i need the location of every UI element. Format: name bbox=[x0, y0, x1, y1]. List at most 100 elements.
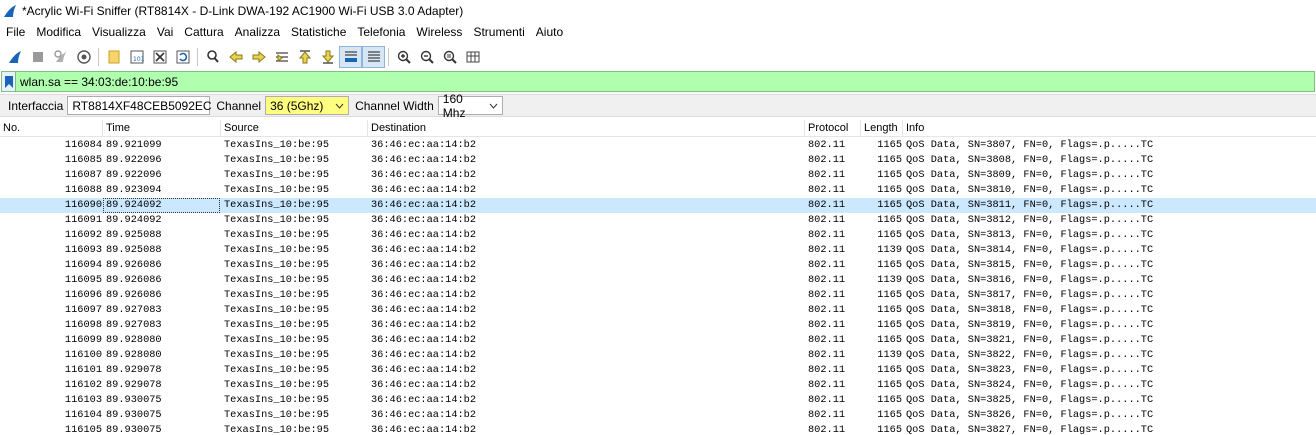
table-row[interactable]: 116091 89.924092 TexasIns_10:be:95 36:46:ec… bbox=[0, 213, 1316, 228]
packet-time: 89.926086 bbox=[106, 274, 162, 286]
reload-icon[interactable] bbox=[171, 46, 194, 68]
table-row[interactable]: 116103 89.930075 TexasIns_10:be:95 36:46:ec… bbox=[0, 393, 1316, 408]
go-to-packet-icon[interactable] bbox=[270, 46, 293, 68]
packet-info: QoS Data, SN=3825, FN=0, Flags=.p.....TC bbox=[906, 394, 1154, 406]
table-row[interactable]: 116105 89.930075 TexasIns_10:be:95 36:46:ec… bbox=[0, 423, 1316, 435]
packet-number: 116094 bbox=[64, 259, 102, 271]
packet-length: 1165 bbox=[877, 379, 902, 391]
table-row[interactable]: 116094 89.926086 TexasIns_10:be:95 36:46:ec… bbox=[0, 258, 1316, 273]
column-header-length[interactable]: Length bbox=[861, 120, 903, 137]
column-header-info[interactable]: Info bbox=[903, 120, 1316, 137]
packet-number: 116095 bbox=[64, 274, 102, 286]
table-row[interactable]: 116098 89.927083 TexasIns_10:be:95 36:46:ec… bbox=[0, 318, 1316, 333]
menu-analizza[interactable]: Analizza bbox=[235, 25, 286, 39]
table-row[interactable]: 116084 89.921099 TexasIns_10:be:95 36:46:ec… bbox=[0, 138, 1316, 153]
packet-source: TexasIns_10:be:95 bbox=[224, 379, 330, 391]
go-back-icon[interactable] bbox=[224, 46, 247, 68]
save-file-icon[interactable]: 101 bbox=[125, 46, 148, 68]
table-row[interactable]: 116096 89.926086 TexasIns_10:be:95 36:46:ec… bbox=[0, 288, 1316, 303]
channel-width-select[interactable]: 160 Mhz bbox=[437, 92, 503, 120]
packet-number: 116104 bbox=[64, 409, 102, 421]
packet-length: 1165 bbox=[877, 169, 902, 181]
zoom-in-icon[interactable] bbox=[392, 46, 415, 68]
packet-protocol: 802.11 bbox=[808, 259, 846, 271]
menu-modifica[interactable]: Modifica bbox=[36, 25, 87, 39]
menu-wireless[interactable]: Wireless bbox=[416, 25, 468, 39]
close-file-icon[interactable] bbox=[148, 46, 171, 68]
display-filter-field bbox=[1, 71, 1315, 92]
column-header-no[interactable]: No. bbox=[0, 120, 103, 137]
packet-protocol: 802.11 bbox=[808, 349, 846, 361]
table-row[interactable]: 116102 89.929078 TexasIns_10:be:95 36:46:ec… bbox=[0, 378, 1316, 393]
shark-fin-start-icon[interactable] bbox=[3, 46, 26, 68]
column-header-source[interactable]: Source bbox=[221, 120, 368, 137]
go-last-icon[interactable] bbox=[316, 46, 339, 68]
packet-info: QoS Data, SN=3819, FN=0, Flags=.p.....TC bbox=[906, 319, 1154, 331]
column-header-time[interactable]: Time bbox=[103, 120, 221, 137]
interface-select[interactable]: RT8814XF48CEB5092EC bbox=[67, 96, 212, 115]
table-row[interactable]: 116101 89.929078 TexasIns_10:be:95 36:46:ec… bbox=[0, 363, 1316, 378]
table-row[interactable]: 116088 89.923094 TexasIns_10:be:95 36:46:ec… bbox=[0, 183, 1316, 198]
menu-vai[interactable]: Vai bbox=[157, 25, 179, 39]
display-filter-input[interactable] bbox=[16, 72, 1216, 91]
menu-telefonia[interactable]: Telefonia bbox=[357, 25, 411, 39]
autoscroll-icon[interactable] bbox=[339, 45, 362, 68]
packet-protocol: 802.11 bbox=[808, 319, 846, 331]
table-row[interactable]: 116093 89.925088 TexasIns_10:be:95 36:46:ec… bbox=[0, 243, 1316, 258]
menu-strumenti[interactable]: Strumenti bbox=[473, 25, 530, 39]
capture-options-bar: Interfaccia RT8814XF48CEB5092EC Channel … bbox=[0, 92, 1316, 120]
packet-source: TexasIns_10:be:95 bbox=[224, 274, 330, 286]
packet-destination: 36:46:ec:aa:14:b2 bbox=[371, 379, 477, 391]
column-header-destination[interactable]: Destination bbox=[368, 120, 805, 137]
menu-cattura[interactable]: Cattura bbox=[184, 25, 229, 39]
menu-file[interactable]: File bbox=[6, 25, 31, 39]
packet-info: QoS Data, SN=3827, FN=0, Flags=.p.....TC bbox=[906, 424, 1154, 435]
zoom-out-icon[interactable] bbox=[415, 46, 438, 68]
packet-protocol: 802.11 bbox=[808, 409, 846, 421]
table-row[interactable]: 116095 89.926086 TexasIns_10:be:95 36:46:ec… bbox=[0, 273, 1316, 288]
packet-source: TexasIns_10:be:95 bbox=[224, 169, 330, 181]
shark-fin-app-icon bbox=[4, 5, 16, 17]
stop-icon[interactable] bbox=[26, 46, 49, 68]
packet-source: TexasIns_10:be:95 bbox=[224, 199, 330, 211]
restart-icon[interactable] bbox=[49, 46, 72, 68]
packet-number: 116085 bbox=[64, 154, 102, 166]
colorize-icon[interactable] bbox=[362, 45, 385, 68]
column-header-protocol[interactable]: Protocol bbox=[805, 120, 861, 137]
packet-protocol: 802.11 bbox=[808, 289, 846, 301]
zoom-reset-icon[interactable] bbox=[438, 46, 461, 68]
table-row[interactable]: 116087 89.922096 TexasIns_10:be:95 36:46:ec… bbox=[0, 168, 1316, 183]
find-packet-icon[interactable] bbox=[201, 46, 224, 68]
packet-protocol: 802.11 bbox=[808, 244, 846, 256]
table-row[interactable]: 116085 89.922096 TexasIns_10:be:95 36:46:ec… bbox=[0, 153, 1316, 168]
packet-destination: 36:46:ec:aa:14:b2 bbox=[371, 184, 477, 196]
menu-visualizza[interactable]: Visualizza bbox=[92, 25, 152, 39]
chevron-down-icon bbox=[335, 103, 344, 109]
packet-protocol: 802.11 bbox=[808, 169, 846, 181]
go-first-icon[interactable] bbox=[293, 46, 316, 68]
open-file-icon[interactable] bbox=[102, 46, 125, 68]
packet-destination: 36:46:ec:aa:14:b2 bbox=[371, 289, 477, 301]
table-row[interactable]: 116092 89.925088 TexasIns_10:be:95 36:46:ec… bbox=[0, 228, 1316, 243]
packet-length: 1139 bbox=[877, 244, 902, 256]
go-forward-icon[interactable] bbox=[247, 46, 270, 68]
table-row[interactable]: 116104 89.930075 TexasIns_10:be:95 36:46:ec… bbox=[0, 408, 1316, 423]
capture-options-icon[interactable] bbox=[72, 46, 95, 68]
packet-protocol: 802.11 bbox=[808, 394, 846, 406]
packet-destination: 36:46:ec:aa:14:b2 bbox=[371, 259, 477, 271]
packet-destination: 36:46:ec:aa:14:b2 bbox=[371, 349, 477, 361]
packet-length: 1165 bbox=[877, 334, 902, 346]
packet-length: 1165 bbox=[877, 184, 902, 196]
packet-time: 89.922096 bbox=[106, 154, 162, 166]
packet-source: TexasIns_10:be:95 bbox=[224, 244, 330, 256]
table-row[interactable]: 116097 89.927083 TexasIns_10:be:95 36:46:ec… bbox=[0, 303, 1316, 318]
table-row[interactable]: 116100 89.928080 TexasIns_10:be:95 36:46:ec… bbox=[0, 348, 1316, 363]
table-row[interactable]: 116099 89.928080 TexasIns_10:be:95 36:46:ec… bbox=[0, 333, 1316, 348]
table-row-selected[interactable]: 116090 89.924092 TexasIns_10:be:95 36:46:ec… bbox=[0, 198, 1316, 213]
bookmark-icon[interactable] bbox=[2, 72, 16, 91]
resize-columns-icon[interactable] bbox=[461, 46, 484, 68]
channel-select[interactable]: 36 (5Ghz) bbox=[265, 96, 350, 115]
menu-statistiche[interactable]: Statistiche bbox=[291, 25, 352, 39]
menu-aiuto[interactable]: Aiuto bbox=[536, 25, 569, 39]
channel-label: Channel bbox=[216, 98, 262, 113]
